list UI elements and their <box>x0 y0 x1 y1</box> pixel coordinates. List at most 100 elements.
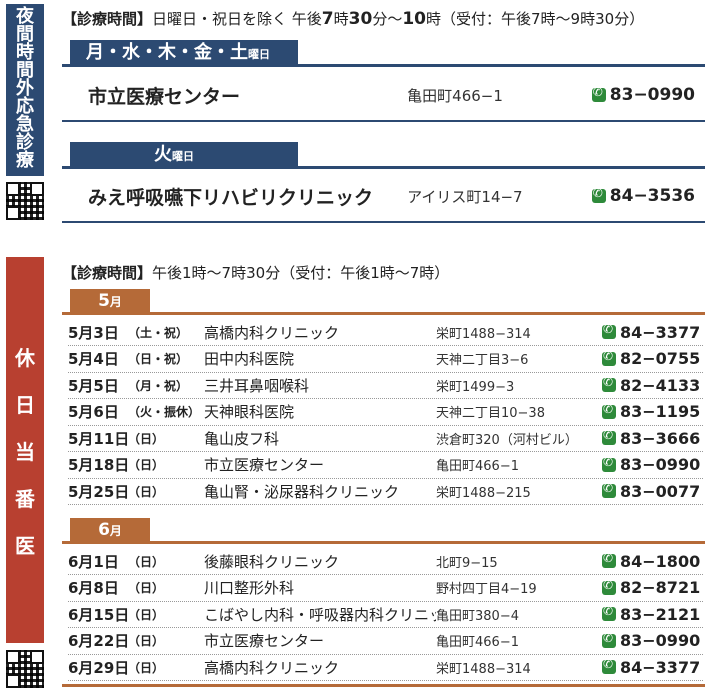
row-phone[interactable]: 82−8721 <box>602 578 700 597</box>
phone-icon <box>602 481 616 498</box>
phone-icon <box>591 186 606 203</box>
divider <box>62 541 705 544</box>
row-phone[interactable]: 82−4133 <box>602 375 701 395</box>
phone-number: 82−4133 <box>620 375 701 395</box>
phone-number: 84−3377 <box>620 322 701 342</box>
phone-number: 83−2121 <box>620 604 701 624</box>
row-phone[interactable]: 82−0755 <box>602 349 700 368</box>
row-phone[interactable]: 83−2121 <box>602 604 701 624</box>
row-clinic-name: こばやし内科・呼吸器内科クリニック <box>204 605 436 624</box>
row-clinic-name: 市立医療センター <box>204 632 325 650</box>
clinic-address: 亀田町466−1 <box>407 86 503 105</box>
row-date: 5月25日 <box>68 482 130 501</box>
row-phone[interactable]: 84−3377 <box>602 322 701 342</box>
clinic-phone[interactable]: 84−3536 <box>591 186 695 206</box>
row-clinic-name: 三井耳鼻咽喉科 <box>204 376 310 395</box>
night-hours-text: 【診療時間】日曜日・祝日を除く 午後7時30分～10時（受付：午後7時～9時30… <box>62 8 644 29</box>
phone-icon <box>602 375 616 392</box>
schedule-row: 6月1日 （日） 後藤眼科クリニック 北町9−15 84−1800 <box>68 548 703 575</box>
weekday-days: 月・水・木・金・土 <box>86 42 248 63</box>
weekday-suffix: 曜日 <box>172 150 194 163</box>
row-day-of-week: （日） <box>128 607 165 622</box>
row-clinic-name: 亀山皮フ科 <box>204 429 280 448</box>
clinic-phone[interactable]: 83−0990 <box>591 85 695 105</box>
side-char: 療 <box>16 150 34 171</box>
hours-label: 【診療時間】 <box>62 10 153 28</box>
holiday-duty-side-label: 休 日 当 番 医 <box>6 257 44 643</box>
side-char: 番 <box>15 486 35 511</box>
month-number: 5 <box>98 291 110 311</box>
hours-label: 【診療時間】 <box>62 264 153 282</box>
row-phone[interactable]: 83−0990 <box>602 631 700 650</box>
schedule-row: 5月3日 （土・祝） 高橋内科クリニック 栄町1488−314 84−3377 <box>68 319 703 346</box>
row-address: 亀田町466−1 <box>436 635 519 650</box>
row-day-of-week: （土・祝） <box>128 325 189 340</box>
row-day-of-week: （日） <box>128 458 165 472</box>
row-phone[interactable]: 83−3666 <box>602 428 701 448</box>
phone-number: 83−1195 <box>620 402 701 421</box>
hours-text: 午後1時～7時30分（受付：午後1時～7時） <box>152 264 450 282</box>
row-address: 天神二丁目3−6 <box>436 353 529 368</box>
phone-icon <box>602 657 616 674</box>
clinic-address: アイリス町14−7 <box>407 187 523 206</box>
row-phone[interactable]: 83−1195 <box>602 402 700 421</box>
phone-icon <box>602 349 616 366</box>
divider <box>62 684 705 687</box>
phone-number: 83−3666 <box>620 428 701 448</box>
schedule-row: 6月15日（日） こばやし内科・呼吸器内科クリニック亀田町380−4 83−2121 <box>68 601 703 628</box>
phone-icon <box>602 455 616 472</box>
schedule-row: 5月11日（日） 亀山皮フ科 渋倉町320（河村ビル） 83−3666 <box>68 425 703 452</box>
schedule-row: 5月5日 （月・祝） 三井耳鼻咽喉科 栄町1499−3 82−4133 <box>68 372 703 399</box>
phone-icon <box>602 402 616 419</box>
phone-number: 84−3377 <box>620 657 701 677</box>
row-date: 6月8日 <box>68 579 119 597</box>
clinic-name: 市立医療センター <box>88 85 241 108</box>
row-day-of-week: （日） <box>128 431 165 446</box>
month-suffix: 月 <box>109 295 122 309</box>
row-day-of-week: （日） <box>128 660 165 675</box>
row-phone[interactable]: 83−0077 <box>602 481 701 501</box>
row-day-of-week: （日） <box>128 554 165 569</box>
phone-icon <box>602 604 616 621</box>
qr-code-icon[interactable] <box>6 650 44 688</box>
divider <box>62 120 705 122</box>
row-date: 5月5日 <box>68 376 119 395</box>
row-clinic-name: 亀山腎・泌尿器科クリニック <box>204 482 400 501</box>
row-phone[interactable]: 84−1800 <box>602 551 700 571</box>
row-phone[interactable]: 84−3377 <box>602 657 701 677</box>
row-phone[interactable]: 83−0990 <box>602 455 700 474</box>
row-clinic-name: 田中内科医院 <box>204 350 295 368</box>
hours-text: 日曜日・祝日を除く 午後 <box>152 10 322 28</box>
row-day-of-week: （日） <box>128 484 165 499</box>
row-clinic-name: 天神眼科医院 <box>204 403 295 421</box>
row-date: 6月1日 <box>68 552 119 571</box>
row-date: 6月22日 <box>68 632 130 650</box>
phone-number: 83−0077 <box>620 481 701 501</box>
side-char: 休 <box>15 345 35 370</box>
hours-num: 30 <box>348 9 373 29</box>
row-day-of-week: （日） <box>128 581 165 595</box>
row-address: 亀田町466−1 <box>436 459 519 474</box>
schedule-row: 6月29日（日） 高橋内科クリニック 栄町1488−314 84−3377 <box>68 654 703 681</box>
row-date: 5月11日 <box>68 429 130 448</box>
row-address: 栄町1488−314 <box>436 661 531 677</box>
month-header-june: 6月 <box>70 518 150 542</box>
schedule-row: 5月6日 （火・振休）天神眼科医院 天神二丁目10−38 83−1195 <box>68 399 703 426</box>
hours-num: 10 <box>402 9 427 29</box>
row-clinic-name: 高橋内科クリニック <box>204 658 340 677</box>
row-date: 5月3日 <box>68 323 119 342</box>
divider <box>62 312 705 315</box>
divider <box>62 64 705 67</box>
night-clinic-row: みえ呼吸嚥下リハビリクリニック アイリス町14−7 84−3536 <box>88 179 695 213</box>
clinic-name: みえ呼吸嚥下リハビリクリニック <box>88 186 374 209</box>
phone-icon <box>591 85 606 102</box>
phone-icon <box>602 322 616 339</box>
row-day-of-week: （火・振休） <box>128 405 201 419</box>
holiday-hours-text: 【診療時間】午後1時～7時30分（受付：午後1時～7時） <box>62 262 449 283</box>
divider <box>62 221 705 223</box>
month-suffix: 月 <box>109 524 122 538</box>
phone-number: 82−0755 <box>620 349 701 368</box>
qr-code-icon[interactable] <box>6 182 44 220</box>
row-date: 5月18日 <box>68 456 130 474</box>
row-address: 北町9−15 <box>436 555 498 571</box>
